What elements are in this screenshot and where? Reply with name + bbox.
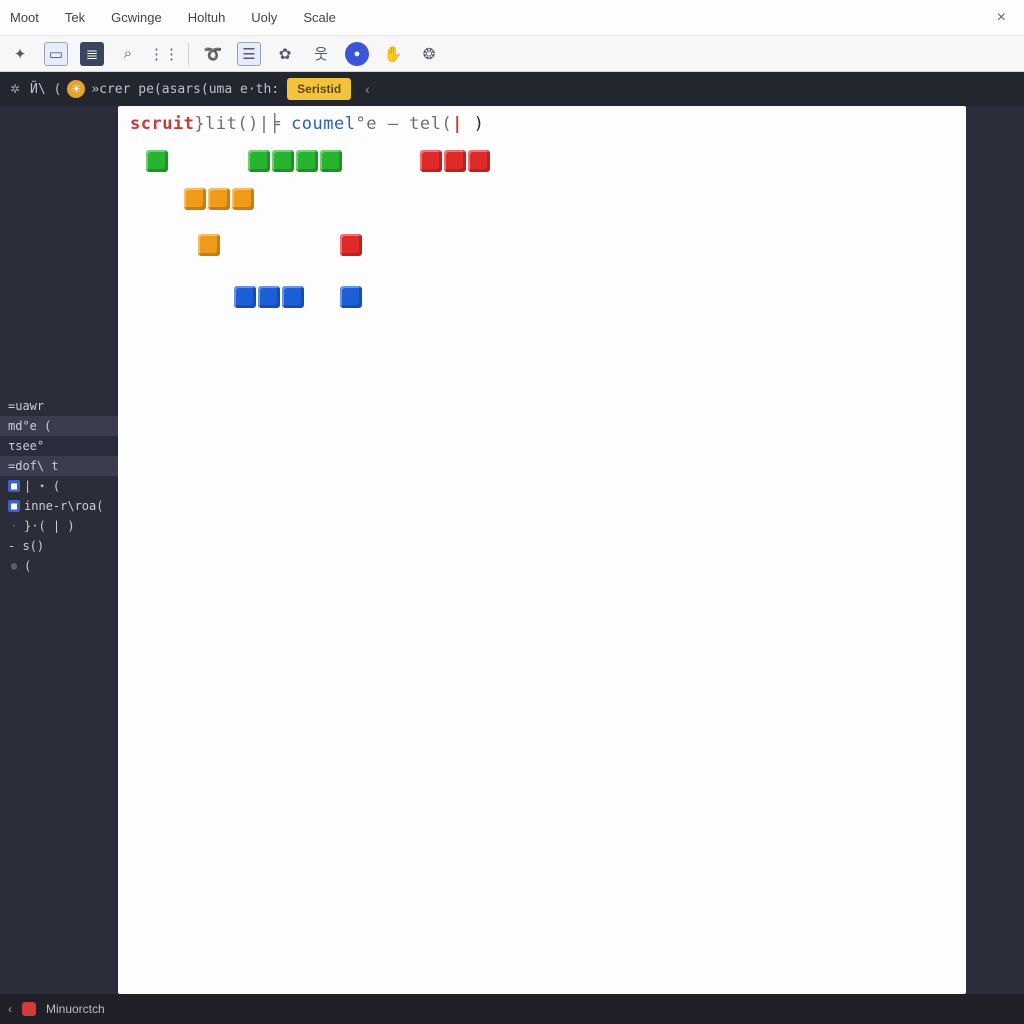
side-row-text: inne-r\roa( — [24, 499, 103, 513]
canvas-wrap: scruit}lit()|╞ coumel°e – tel(| ) — [118, 106, 1024, 994]
status-label: Minuorctch — [46, 1002, 105, 1016]
menu-tek[interactable]: Tek — [63, 6, 87, 29]
cube-green[interactable] — [272, 150, 294, 172]
star-icon[interactable]: ✦ — [8, 42, 32, 66]
tab-close-icon[interactable]: ‹ — [359, 81, 376, 97]
menu-holtuh[interactable]: Holtuh — [186, 6, 228, 29]
cube-blue[interactable] — [258, 286, 280, 308]
cube-red[interactable] — [340, 234, 362, 256]
toolbar-separator — [188, 43, 189, 65]
statusbar: ‹ Minuorctch — [0, 994, 1024, 1024]
side-glyph-icon: ■ — [8, 500, 20, 512]
cube-orange[interactable] — [208, 188, 230, 210]
code-line: scruit}lit()|╞ coumel°e – tel(| ) — [130, 114, 484, 134]
lines-icon[interactable]: ≣ — [80, 42, 104, 66]
flower-icon[interactable]: ❂ — [417, 42, 441, 66]
status-chevron-icon[interactable]: ‹ — [8, 1002, 12, 1016]
page-icon[interactable]: ☰ — [237, 42, 261, 66]
close-icon[interactable]: × — [987, 5, 1016, 31]
hand-icon[interactable]: ✋ — [381, 42, 405, 66]
status-record-icon[interactable] — [22, 1002, 36, 1016]
side-row[interactable]: md°e ( — [0, 416, 118, 436]
cube-orange[interactable] — [198, 234, 220, 256]
cube-blue[interactable] — [340, 286, 362, 308]
tab-prefix-1: Й\ ( — [30, 82, 61, 97]
side-row[interactable]: ■ | ⋆ ( — [0, 476, 118, 496]
curve-icon[interactable]: ➰ — [201, 42, 225, 66]
cube-red[interactable] — [420, 150, 442, 172]
side-row-text: ( — [24, 559, 31, 573]
side-row-text: | ⋆ ( — [24, 479, 60, 493]
tab-active[interactable]: Seristid — [287, 78, 351, 100]
cube-orange[interactable] — [232, 188, 254, 210]
cube-green[interactable] — [296, 150, 318, 172]
workspace: =uawr md°e ( τsee° =dof\ t ■ | ⋆ ( ■ inne-r\roa… — [0, 106, 1024, 994]
side-row[interactable]: · }·( | ) — [0, 516, 118, 536]
tab-sun-icon: ☀ — [67, 80, 85, 98]
person-icon[interactable]: 웃 — [309, 42, 333, 66]
tabbar: ✲ Й\ ( ☀ »crer pe(asars(uma e·th: Serist… — [0, 72, 1024, 106]
cube-red[interactable] — [444, 150, 466, 172]
cube-blue[interactable] — [234, 286, 256, 308]
side-row-text: =uawr — [8, 399, 44, 413]
menu-uoly[interactable]: Uoly — [249, 6, 279, 29]
menu-gcwinge[interactable]: Gcwinge — [109, 6, 164, 29]
toolbar: ✦ ▭ ≣ ⌕ ⋮⋮ ➰ ☰ ✿ 웃 ● ✋ ❂ — [0, 36, 1024, 72]
cube-green[interactable] — [248, 150, 270, 172]
side-glyph-icon: · — [8, 520, 20, 532]
side-panel: =uawr md°e ( τsee° =dof\ t ■ | ⋆ ( ■ inne-r\roa… — [0, 106, 118, 994]
cube-blue[interactable] — [282, 286, 304, 308]
tab-prefix-2: »crer pe(asars(uma e·th: — [91, 82, 279, 97]
code-token-sym2: °e – tel( — [355, 114, 452, 134]
gear2-icon[interactable]: ✿ — [273, 42, 297, 66]
side-row-text: =dof\ t — [8, 459, 59, 473]
adjust-icon[interactable]: ⋮⋮ — [152, 42, 176, 66]
side-row[interactable]: - s() — [0, 536, 118, 556]
side-row-text: - s() — [8, 539, 44, 553]
cube-orange[interactable] — [184, 188, 206, 210]
tab-gear-icon: ✲ — [6, 80, 24, 98]
side-row[interactable]: τsee° — [0, 436, 118, 456]
side-row-text: τsee° — [8, 439, 44, 453]
code-token-ident: coumel — [291, 114, 355, 134]
side-row[interactable]: =dof\ t — [0, 456, 118, 476]
side-row-text: md°e ( — [8, 419, 51, 433]
side-row-text: }·( | ) — [24, 519, 75, 533]
menu-moot[interactable]: Moot — [8, 6, 41, 29]
cube-green[interactable] — [320, 150, 342, 172]
side-row[interactable]: =uawr — [0, 396, 118, 416]
side-glyph-icon: ■ — [8, 480, 20, 492]
search-icon[interactable]: ⌕ — [116, 42, 140, 66]
side-glyph-icon: ◍ — [8, 560, 20, 572]
code-token-keyword: scruit — [130, 114, 194, 134]
canvas[interactable]: scruit}lit()|╞ coumel°e – tel(| ) — [118, 106, 966, 994]
cube-red[interactable] — [468, 150, 490, 172]
code-token-close: ) — [463, 114, 484, 134]
side-row[interactable]: ◍( — [0, 556, 118, 576]
menu-scale[interactable]: Scale — [301, 6, 338, 29]
menubar: Moot Tek Gcwinge Holtuh Uoly Scale × — [0, 0, 1024, 36]
side-row[interactable]: ■ inne-r\roa( — [0, 496, 118, 516]
cube-green[interactable] — [146, 150, 168, 172]
blue-icon[interactable]: ● — [345, 42, 369, 66]
code-token-sym1: }lit()|╞ — [194, 114, 280, 134]
code-cursor: | — [452, 114, 463, 134]
doc-icon[interactable]: ▭ — [44, 42, 68, 66]
